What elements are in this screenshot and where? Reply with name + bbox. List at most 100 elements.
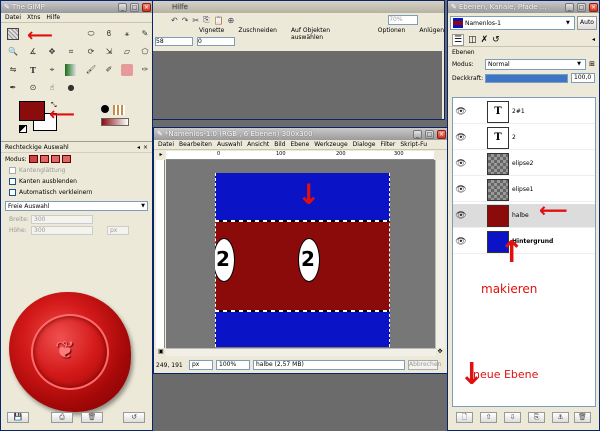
menu-xtns[interactable]: Xtns [27,14,40,21]
layer-row[interactable]: 👁 Hintergrund [453,230,595,254]
delete-layer-button[interactable]: 🗑 [574,412,591,423]
dock-tab-menu-icon[interactable]: ◂ [592,36,595,43]
clone-icon[interactable]: ⊙ [27,82,39,94]
canvas-viewport[interactable]: 2 2 ↓ [166,160,437,348]
toolbox-titlebar[interactable]: ✎ The GIMP _ □ × [1,1,152,13]
img-menu-auswahl[interactable]: Auswahl [217,141,242,148]
auto-button[interactable]: Auto [577,16,597,30]
airbrush-icon[interactable]: ✑ [139,64,151,76]
layer-row[interactable]: 👁 T 2#1 [453,100,595,124]
vertical-ruler[interactable] [156,160,165,348]
option-anlugen[interactable]: Anlügen [419,27,444,36]
height-field[interactable]: 300 [31,226,93,235]
anchor-layer-button[interactable]: ⚓ [552,412,569,423]
close-button[interactable]: × [142,2,151,12]
image-minimize-button[interactable]: _ [413,129,422,139]
scale-icon[interactable]: ⇲ [103,46,115,58]
horizontal-scrollbar[interactable] [166,348,436,356]
horizontal-ruler[interactable]: 0 100 200 300 [166,151,434,160]
layer-visibility-eye-icon[interactable]: 👁 [453,133,469,143]
background-zoom-select[interactable]: 70% [388,15,419,25]
pencil-icon[interactable]: ✎ [139,28,151,40]
zoom-select[interactable]: 100% [216,360,250,370]
image-close-button[interactable]: × [437,129,446,139]
rect-select-icon[interactable] [7,28,19,40]
antialias-row[interactable]: Kantenglättung [1,165,152,176]
panel-menu-icon[interactable]: ◂ [137,144,140,151]
paste-icon[interactable]: 📋 [214,16,224,25]
layers-dock-titlebar[interactable]: ✎ Ebenen, Kanäle, Pfade ... _ □ × [448,1,599,13]
ellipse-select-icon[interactable]: ⬭ [85,28,97,40]
gradient-preview[interactable] [101,118,129,126]
menu-hilfe[interactable]: Hilfe [46,14,60,21]
mode-subtract-button[interactable] [50,155,60,163]
copy-icon[interactable]: ⎘ [203,15,209,25]
dodge-burn-icon[interactable]: ● [65,82,77,94]
mode-intersect-button[interactable] [61,155,71,163]
layer-visibility-eye-icon[interactable]: 👁 [453,107,469,117]
foreground-color-swatch[interactable] [19,101,45,121]
img-menu-werkzeuge[interactable]: Werkzeuge [314,141,347,148]
ruler-corner[interactable]: ▸ [156,151,166,160]
autoshrink-row[interactable]: Automatisch verkleinern [1,187,152,198]
option-options[interactable]: Optionen [378,27,406,36]
feather-row[interactable]: Kanten ausblenden [1,176,152,187]
fuzzy-select-icon[interactable]: ⚹ [121,28,133,40]
layer-row[interactable]: 👁 elipse2 [453,152,595,176]
mode-replace-button[interactable] [28,155,38,163]
save-options-icon[interactable]: 💾 [7,412,29,423]
img-menu-skript-fu[interactable]: Skript-Fu [400,141,427,148]
rotate-icon[interactable]: ⟳ [85,46,97,58]
layer-row-selected[interactable]: 👁 halbe [453,204,595,228]
option-crop[interactable]: Zuschneiden [238,27,277,36]
new-layer-button[interactable]: 🗋 [456,412,473,423]
shear-icon[interactable]: ▱ [121,46,133,58]
brush-preview[interactable] [101,105,109,113]
selection-mode-select[interactable]: Freie Auswahl ▼ [5,201,148,211]
blend-icon[interactable]: ✐ [103,64,115,76]
undo-tab-icon[interactable]: ↺ [492,35,500,45]
dock-close-button[interactable]: × [589,2,598,12]
eraser-icon[interactable] [121,64,133,76]
vertical-scrollbar[interactable] [435,160,445,348]
quick-mask-toggle[interactable]: ▣ [156,348,166,356]
smudge-icon[interactable]: ☝ [46,82,58,94]
paths-tab-icon[interactable]: ✗ [481,35,489,45]
paintbrush-icon[interactable]: 🖌 [85,64,97,76]
background-field-a[interactable]: 58 [155,37,193,46]
restore-options-icon[interactable]: ⎙ [51,412,73,423]
img-menu-bearbeiten[interactable]: Bearbeiten [179,141,212,148]
image-window-titlebar[interactable]: ✎ *Namenlos-1.0 (RGB , 6 Ebenen) 300x300… [154,128,447,140]
layer-row[interactable]: 👁 elipse1 [453,178,595,202]
opacity-value[interactable]: 100,0 [571,73,595,83]
img-menu-filter[interactable]: Filter [380,141,395,148]
cut-icon[interactable]: ✂ [192,16,199,25]
autoshrink-checkbox[interactable] [9,189,16,196]
width-field[interactable]: 300 [31,215,93,224]
image-canvas[interactable]: 2 2 ↓ [215,173,390,347]
option-select-on-objects[interactable]: Auf Objekten auswählen [291,27,364,41]
image-maximize-button[interactable]: □ [425,129,434,139]
img-menu-ansicht[interactable]: Ansicht [247,141,269,148]
antialias-checkbox[interactable] [9,167,16,174]
size-unit-select[interactable]: px [107,226,129,235]
img-menu-datei[interactable]: Datei [158,141,174,148]
dock-minimize-button[interactable]: _ [565,2,574,12]
layers-tab-icon[interactable]: ☰ [452,33,465,46]
reset-options-icon[interactable]: ↺ [123,412,145,423]
opacity-slider[interactable] [485,73,568,83]
feather-checkbox[interactable] [9,178,16,185]
lower-layer-button[interactable]: ⇩ [504,412,521,423]
maximize-button[interactable]: □ [130,2,139,12]
layer-row[interactable]: 👁 T 2 [453,126,595,150]
delete-options-icon[interactable]: 🗑 [81,412,103,423]
layer-visibility-eye-icon[interactable]: 👁 [453,185,469,195]
img-menu-ebene[interactable]: Ebene [291,141,310,148]
layer-lock-icon[interactable]: ⊞ [589,60,595,68]
img-menu-bild[interactable]: Bild [274,141,285,148]
default-colors-icon[interactable] [19,125,27,133]
crop-icon[interactable]: ⌗ [65,46,77,58]
menu-datei[interactable]: Datei [5,14,21,21]
image-select[interactable]: Namenlos-1 ▼ [450,16,575,30]
lasso-icon[interactable]: ϐ [103,28,115,40]
